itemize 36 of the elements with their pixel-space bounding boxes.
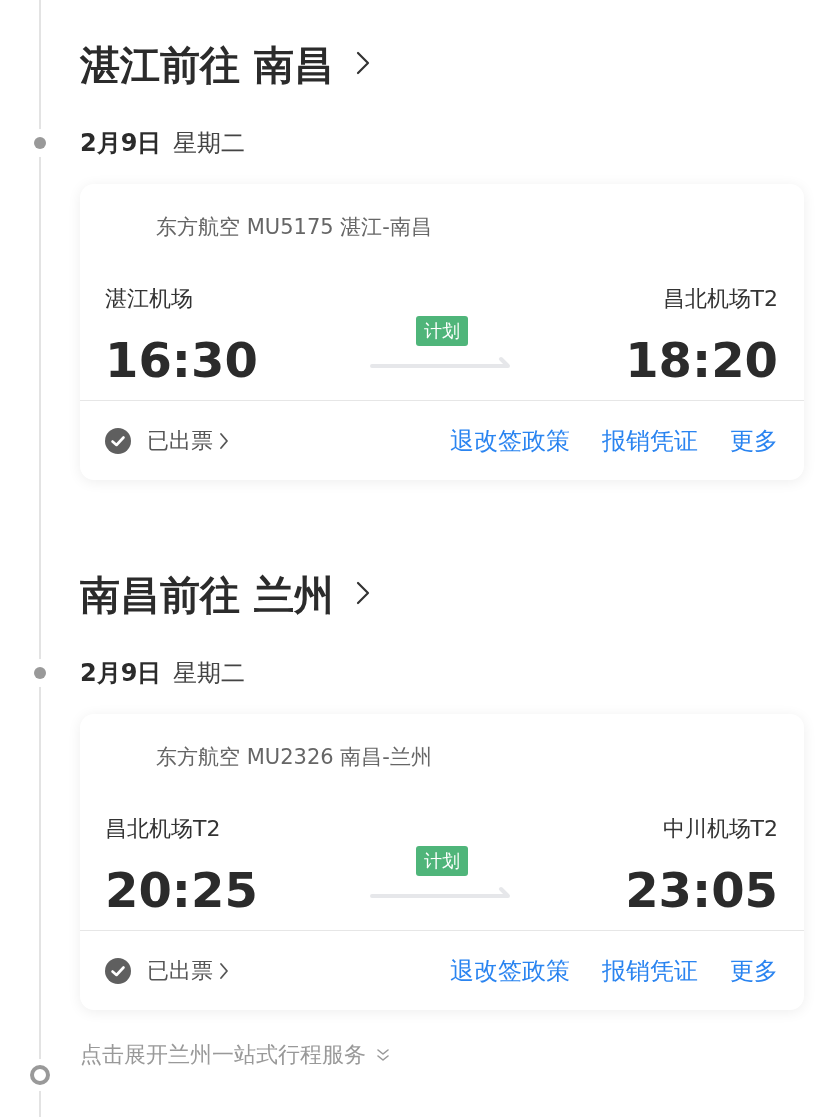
chevron-right-icon bbox=[355, 51, 370, 75]
trip-weekday: 星期二 bbox=[173, 658, 246, 689]
departure-time: 16:30 bbox=[105, 332, 258, 388]
trip-heading[interactable]: 湛江前往 南昌 bbox=[80, 30, 804, 100]
action-link[interactable]: 退改签政策 bbox=[450, 954, 570, 987]
ticket-status: 已出票 bbox=[147, 426, 213, 455]
airline-info: 东方航空 MU5175 湛江-南昌 bbox=[155, 214, 433, 241]
chevron-right-icon bbox=[219, 431, 229, 450]
action-link[interactable]: 更多 bbox=[730, 954, 778, 987]
airline-info: 东方航空 MU2326 南昌-兰州 bbox=[155, 744, 433, 771]
check-circle-icon bbox=[105, 427, 131, 454]
trip-date: 2月9日 bbox=[80, 128, 162, 159]
action-link[interactable]: 退改签政策 bbox=[450, 424, 570, 457]
arrival-airport: 中川机场T2 bbox=[662, 815, 778, 843]
chevron-right-icon bbox=[355, 581, 370, 605]
departure-airport: 昌北机场T2 bbox=[105, 815, 222, 843]
action-link[interactable]: 报销凭证 bbox=[602, 954, 698, 987]
arrival-airport: 昌北机场T2 bbox=[662, 285, 778, 313]
trip-weekday: 星期二 bbox=[173, 128, 246, 159]
expand-link[interactable]: 点击展开兰州一站式行程服务 bbox=[80, 1040, 390, 1070]
trip-heading[interactable]: 南昌前往 兰州 bbox=[80, 560, 804, 630]
ticket-status-link[interactable]: 已出票 bbox=[105, 425, 229, 456]
chevron-right-icon bbox=[219, 961, 229, 980]
status-tag: 计划 bbox=[415, 846, 468, 876]
ticket-status-link[interactable]: 已出票 bbox=[105, 955, 229, 986]
check-circle-icon bbox=[105, 957, 131, 984]
trip-date: 2月9日 bbox=[80, 658, 162, 689]
arrival-time: 23:05 bbox=[625, 862, 778, 918]
action-link[interactable]: 更多 bbox=[730, 424, 778, 457]
arrival-time: 18:20 bbox=[625, 332, 778, 388]
double-chevron-down-icon bbox=[376, 1048, 390, 1062]
status-tag: 计划 bbox=[415, 316, 468, 346]
departure-time: 20:25 bbox=[105, 862, 258, 918]
action-link[interactable]: 报销凭证 bbox=[602, 424, 698, 457]
ticket-status: 已出票 bbox=[147, 956, 213, 985]
departure-airport: 湛江机场 bbox=[105, 285, 194, 313]
